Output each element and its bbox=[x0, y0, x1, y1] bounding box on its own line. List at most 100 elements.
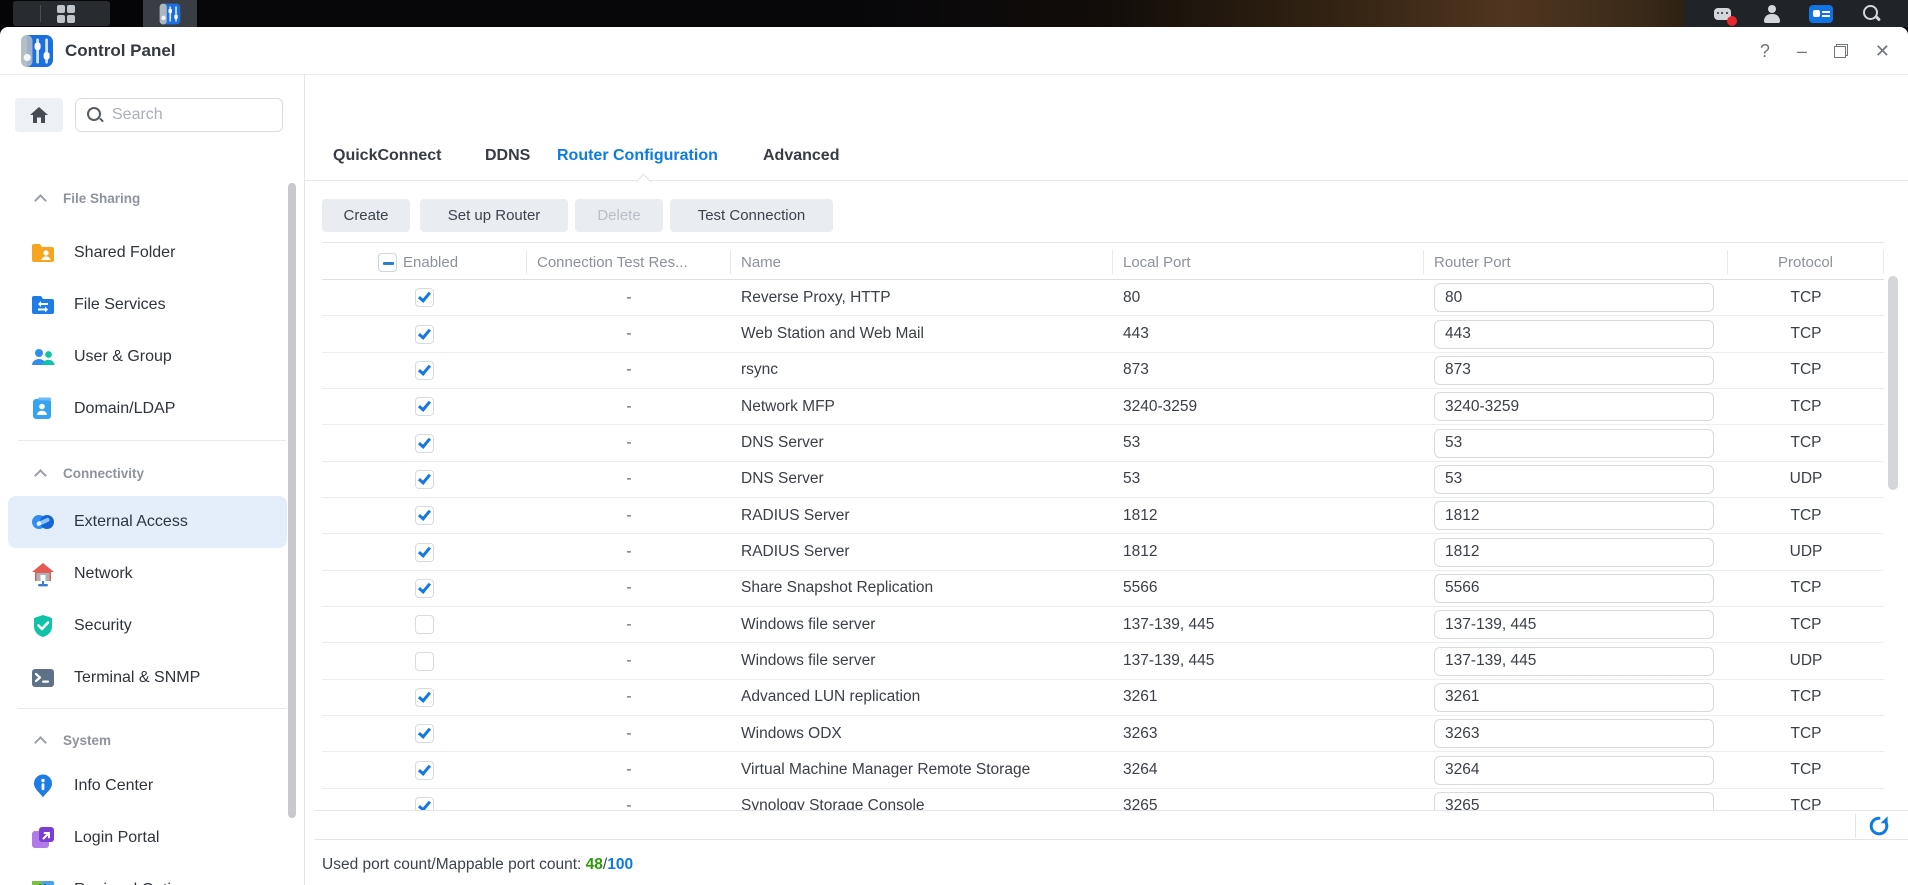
test-connection-button[interactable]: Test Connection bbox=[670, 199, 833, 232]
column-header-local-port[interactable]: Local Port bbox=[1113, 250, 1424, 274]
column-header-connection-test[interactable]: Connection Test Res... bbox=[527, 250, 731, 274]
main-menu-grid-icon[interactable] bbox=[57, 4, 75, 23]
tab-quickconnect[interactable]: QuickConnect bbox=[333, 147, 441, 165]
table-row[interactable]: - Network MFP 3240-3259 TCP bbox=[322, 389, 1884, 426]
minimize-button[interactable]: – bbox=[1797, 42, 1807, 60]
widgets-badge-icon[interactable] bbox=[1809, 4, 1834, 24]
search-input[interactable] bbox=[112, 106, 262, 124]
search-icon bbox=[86, 106, 104, 124]
service-name-cell: RADIUS Server bbox=[741, 543, 850, 561]
column-header-protocol[interactable]: Protocol bbox=[1728, 250, 1884, 274]
router-port-input[interactable] bbox=[1434, 537, 1714, 567]
table-row[interactable]: - Windows ODX 3263 TCP bbox=[322, 716, 1884, 753]
collapse-chevron-icon bbox=[34, 735, 47, 749]
sidebar-scrollbar[interactable] bbox=[288, 183, 296, 818]
column-header-router-port[interactable]: Router Port bbox=[1424, 250, 1728, 274]
router-port-input[interactable] bbox=[1434, 283, 1714, 313]
router-port-input[interactable] bbox=[1434, 319, 1714, 349]
row-enabled-checkbox[interactable] bbox=[415, 651, 434, 671]
table-scrollbar[interactable] bbox=[1888, 276, 1898, 490]
router-port-input[interactable] bbox=[1434, 755, 1714, 785]
terminal-snmp-icon bbox=[30, 665, 56, 691]
router-port-input[interactable] bbox=[1434, 392, 1714, 422]
sidebar-item-file-services[interactable]: File Services bbox=[8, 279, 287, 331]
row-enabled-checkbox[interactable] bbox=[415, 324, 434, 344]
row-enabled-checkbox[interactable] bbox=[415, 687, 434, 707]
table-row[interactable]: - rsync 873 TCP bbox=[322, 353, 1884, 390]
sidebar-item-shared-folder[interactable]: Shared Folder bbox=[8, 227, 287, 279]
search-box[interactable] bbox=[75, 98, 283, 132]
sidebar-item-domain-ldap[interactable]: Domain/LDAP bbox=[8, 383, 287, 435]
router-port-input[interactable] bbox=[1434, 610, 1714, 640]
sidebar-item-user-group[interactable]: User & Group bbox=[8, 331, 287, 383]
router-port-input[interactable] bbox=[1434, 428, 1714, 458]
row-enabled-checkbox[interactable] bbox=[415, 397, 434, 417]
sidebar-item-terminal-snmp[interactable]: Terminal & SNMP bbox=[8, 652, 287, 704]
table-row[interactable]: - Virtual Machine Manager Remote Storage 3… bbox=[322, 752, 1884, 789]
row-enabled-checkbox[interactable] bbox=[415, 360, 434, 380]
table-row[interactable]: - DNS Server 53 TCP bbox=[322, 425, 1884, 462]
sidebar-item-regional-options[interactable]: Regional Options bbox=[8, 864, 287, 885]
window-title: Control Panel bbox=[65, 40, 176, 60]
router-port-input[interactable] bbox=[1434, 646, 1714, 676]
row-enabled-checkbox[interactable] bbox=[415, 506, 434, 526]
router-port-input[interactable] bbox=[1434, 464, 1714, 494]
row-enabled-checkbox[interactable] bbox=[415, 578, 434, 598]
table-row[interactable]: - Windows file server 137-139, 445 UDP bbox=[322, 643, 1884, 680]
table-row[interactable]: - RADIUS Server 1812 TCP bbox=[322, 498, 1884, 535]
router-port-input[interactable] bbox=[1434, 501, 1714, 531]
section-system[interactable]: System bbox=[0, 725, 304, 755]
user-account-icon[interactable] bbox=[1760, 4, 1784, 24]
row-enabled-checkbox[interactable] bbox=[415, 760, 434, 780]
row-enabled-checkbox[interactable] bbox=[415, 288, 434, 308]
column-header-enabled[interactable]: Enabled bbox=[403, 254, 458, 271]
home-button[interactable] bbox=[15, 98, 63, 132]
row-enabled-checkbox[interactable] bbox=[415, 469, 434, 489]
table-row[interactable]: - Web Station and Web Mail 443 TCP bbox=[322, 316, 1884, 353]
tab-router-configuration[interactable]: Router Configuration bbox=[557, 147, 718, 165]
row-enabled-checkbox[interactable] bbox=[415, 433, 434, 453]
tab-ddns[interactable]: DDNS bbox=[485, 147, 530, 165]
row-enabled-checkbox[interactable] bbox=[415, 615, 434, 635]
security-icon bbox=[30, 613, 56, 639]
refresh-button[interactable] bbox=[1868, 815, 1890, 837]
section-file-sharing[interactable]: File Sharing bbox=[0, 183, 304, 213]
table-row[interactable]: - Share Snapshot Replication 5566 TCP bbox=[322, 571, 1884, 608]
router-port-input[interactable] bbox=[1434, 719, 1714, 749]
taskbar-control-panel-button[interactable] bbox=[143, 0, 197, 27]
sidebar-item-security[interactable]: Security bbox=[8, 600, 287, 652]
table-row[interactable]: - DNS Server 53 UDP bbox=[322, 462, 1884, 499]
sidebar-item-login-portal[interactable]: Login Portal bbox=[8, 812, 287, 864]
service-name-cell: rsync bbox=[741, 361, 779, 379]
sidebar-item-external-access[interactable]: External Access bbox=[8, 496, 287, 548]
chat-notifications-icon[interactable] bbox=[1710, 4, 1738, 26]
table-row[interactable]: - Synology Storage Console 3265 TCP bbox=[322, 789, 1884, 810]
router-port-input[interactable] bbox=[1434, 573, 1714, 603]
table-row[interactable]: - RADIUS Server 1812 UDP bbox=[322, 534, 1884, 571]
tab-advanced[interactable]: Advanced bbox=[763, 147, 839, 165]
table-row[interactable]: - Reverse Proxy, HTTP 80 TCP bbox=[322, 280, 1884, 317]
sidebar-item-network[interactable]: Network bbox=[8, 548, 287, 600]
taskbar-left-group[interactable] bbox=[13, 1, 110, 26]
restore-button[interactable] bbox=[1833, 44, 1848, 58]
connection-test-result-cell: - bbox=[626, 579, 632, 597]
section-connectivity[interactable]: Connectivity bbox=[0, 458, 304, 488]
port-count-label: Used port count/Mappable port count: bbox=[322, 856, 586, 873]
search-icon[interactable] bbox=[1859, 4, 1883, 24]
setup-router-button[interactable]: Set up Router bbox=[420, 199, 568, 232]
close-button[interactable]: ✕ bbox=[1875, 42, 1890, 60]
sidebar-item-info-center[interactable]: Info Center bbox=[8, 760, 287, 812]
router-port-input[interactable] bbox=[1434, 355, 1714, 385]
delete-button[interactable]: Delete bbox=[575, 199, 663, 232]
select-all-checkbox[interactable] bbox=[378, 252, 397, 272]
router-port-input[interactable] bbox=[1434, 791, 1714, 810]
table-row[interactable]: - Advanced LUN replication 3261 TCP bbox=[322, 680, 1884, 717]
row-enabled-checkbox[interactable] bbox=[415, 796, 434, 810]
row-enabled-checkbox[interactable] bbox=[415, 724, 434, 744]
column-header-name[interactable]: Name bbox=[731, 250, 1113, 274]
help-button[interactable]: ? bbox=[1760, 42, 1770, 60]
router-port-input[interactable] bbox=[1434, 682, 1714, 712]
row-enabled-checkbox[interactable] bbox=[415, 542, 434, 562]
create-button[interactable]: Create bbox=[322, 199, 410, 232]
table-row[interactable]: - Windows file server 137-139, 445 TCP bbox=[322, 607, 1884, 644]
